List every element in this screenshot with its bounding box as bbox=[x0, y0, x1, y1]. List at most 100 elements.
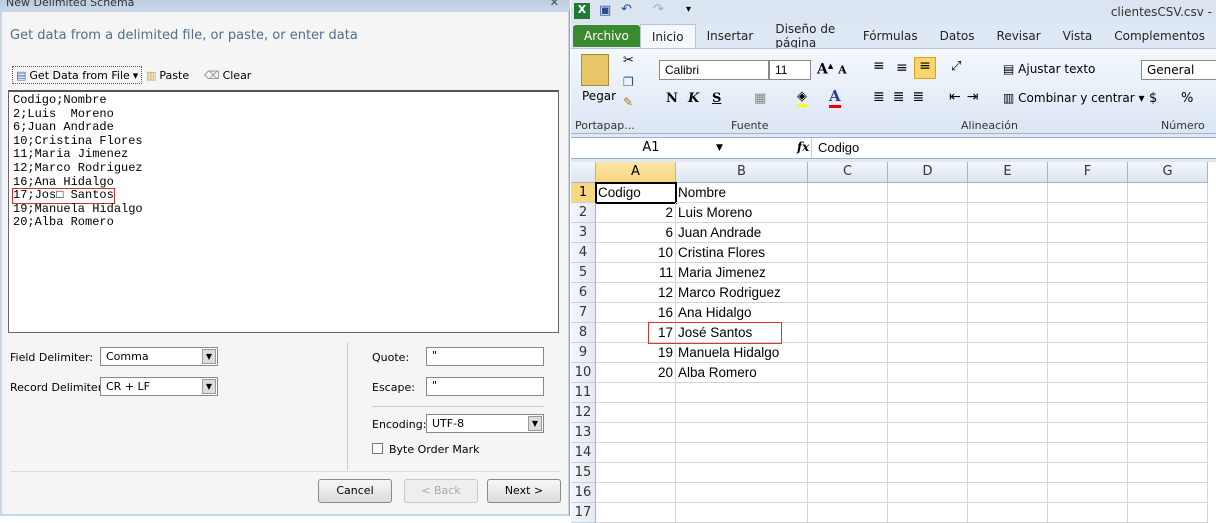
cell[interactable] bbox=[1048, 343, 1128, 363]
redo-icon[interactable]: ↷ bbox=[653, 2, 664, 17]
cell[interactable] bbox=[968, 203, 1048, 223]
cell[interactable] bbox=[888, 403, 968, 423]
name-box[interactable]: A1 ▼ bbox=[571, 138, 731, 158]
cell[interactable] bbox=[888, 423, 968, 443]
cell[interactable]: Nombre bbox=[676, 183, 808, 203]
cell[interactable] bbox=[888, 283, 968, 303]
cell[interactable]: 12 bbox=[596, 283, 676, 303]
row-header[interactable]: 3 bbox=[571, 223, 596, 243]
cell[interactable] bbox=[676, 423, 808, 443]
cell[interactable] bbox=[1128, 383, 1208, 403]
tab-vista[interactable]: Vista bbox=[1052, 29, 1104, 43]
wrap-text-button[interactable]: ▤ Ajustar texto bbox=[1003, 62, 1095, 76]
row-header[interactable]: 8 bbox=[571, 323, 596, 343]
align-bottom-icon[interactable]: ≡ bbox=[914, 57, 936, 79]
tab-complementos[interactable]: Complementos bbox=[1103, 29, 1216, 43]
row-header[interactable]: 4 bbox=[571, 243, 596, 263]
cell[interactable] bbox=[1048, 423, 1128, 443]
record-delimiter-select[interactable]: CR + LF ▼ bbox=[100, 377, 218, 396]
row-header[interactable]: 2 bbox=[571, 203, 596, 223]
row-header[interactable]: 11 bbox=[571, 383, 596, 403]
cell[interactable] bbox=[1128, 503, 1208, 523]
cell[interactable]: Alba Romero bbox=[676, 363, 808, 383]
cell[interactable] bbox=[1048, 483, 1128, 503]
cell[interactable] bbox=[1128, 323, 1208, 343]
cell[interactable]: Ana Hidalgo bbox=[676, 303, 808, 323]
row-header[interactable]: 10 bbox=[571, 363, 596, 383]
row-header[interactable]: 16 bbox=[571, 483, 596, 503]
cell[interactable]: 11 bbox=[596, 263, 676, 283]
cell[interactable] bbox=[676, 463, 808, 483]
fill-color-icon[interactable]: ◈ bbox=[797, 89, 807, 107]
field-delimiter-select[interactable]: Comma ▼ bbox=[100, 347, 218, 366]
cell[interactable] bbox=[888, 303, 968, 323]
merge-center-button[interactable]: ▥ Combinar y centrar ▾ bbox=[1003, 91, 1145, 105]
select-all-corner[interactable] bbox=[571, 162, 596, 183]
cell[interactable] bbox=[596, 403, 676, 423]
cell[interactable] bbox=[888, 503, 968, 523]
percent-button[interactable]: % bbox=[1181, 91, 1193, 106]
number-format-select[interactable]: General bbox=[1141, 60, 1216, 80]
formula-input[interactable]: Codigo bbox=[811, 138, 1216, 158]
cell[interactable] bbox=[968, 243, 1048, 263]
cell[interactable] bbox=[1048, 283, 1128, 303]
cell[interactable] bbox=[596, 383, 676, 403]
cell[interactable]: 16 bbox=[596, 303, 676, 323]
cell[interactable] bbox=[888, 263, 968, 283]
cell[interactable] bbox=[596, 463, 676, 483]
paste-button[interactable]: Pegar bbox=[582, 89, 616, 103]
row-header[interactable]: 13 bbox=[571, 423, 596, 443]
cell[interactable] bbox=[1128, 243, 1208, 263]
cell[interactable] bbox=[808, 323, 888, 343]
cell[interactable] bbox=[1048, 203, 1128, 223]
currency-button[interactable]: $ bbox=[1149, 91, 1157, 106]
cell[interactable] bbox=[808, 183, 888, 203]
cell[interactable] bbox=[1128, 183, 1208, 203]
column-header-c[interactable]: C bbox=[808, 162, 888, 183]
cell[interactable] bbox=[1048, 303, 1128, 323]
orientation-icon[interactable]: ⤢ bbox=[951, 59, 961, 74]
cell[interactable] bbox=[1048, 463, 1128, 483]
cell[interactable] bbox=[808, 463, 888, 483]
cell[interactable] bbox=[1128, 363, 1208, 383]
cell[interactable]: Maria Jimenez bbox=[676, 263, 808, 283]
cell[interactable] bbox=[968, 323, 1048, 343]
tab-insertar[interactable]: Insertar bbox=[696, 29, 765, 43]
row-header[interactable]: 1 bbox=[571, 183, 596, 203]
cell[interactable] bbox=[1048, 383, 1128, 403]
cell[interactable] bbox=[968, 343, 1048, 363]
cell[interactable] bbox=[676, 403, 808, 423]
cancel-button[interactable]: Cancel bbox=[318, 479, 392, 503]
tab-datos[interactable]: Datos bbox=[929, 29, 986, 43]
close-icon[interactable]: ✕ bbox=[550, 0, 559, 9]
cell[interactable] bbox=[888, 463, 968, 483]
cell[interactable] bbox=[968, 283, 1048, 303]
cell[interactable] bbox=[1128, 423, 1208, 443]
cell[interactable] bbox=[676, 443, 808, 463]
cell[interactable] bbox=[1048, 263, 1128, 283]
cell[interactable] bbox=[888, 343, 968, 363]
next-button[interactable]: Next > bbox=[487, 479, 561, 503]
encoding-select[interactable]: UTF-8 ▼ bbox=[426, 414, 544, 433]
cell[interactable] bbox=[1048, 323, 1128, 343]
paste-button[interactable]: ▥ Paste bbox=[146, 66, 189, 84]
cell[interactable] bbox=[1128, 203, 1208, 223]
cell[interactable] bbox=[676, 503, 808, 523]
tab-f-rmulas[interactable]: Fórmulas bbox=[852, 29, 929, 43]
cell[interactable] bbox=[808, 403, 888, 423]
cell[interactable] bbox=[888, 203, 968, 223]
cell[interactable]: Juan Andrade bbox=[676, 223, 808, 243]
cell[interactable] bbox=[888, 363, 968, 383]
get-data-from-file-button[interactable]: ▤ Get Data from File ▾ bbox=[12, 66, 143, 84]
row-header[interactable]: 15 bbox=[571, 463, 596, 483]
tab-revisar[interactable]: Revisar bbox=[986, 29, 1052, 43]
cell[interactable] bbox=[968, 223, 1048, 243]
cell[interactable] bbox=[1128, 303, 1208, 323]
cell[interactable] bbox=[968, 303, 1048, 323]
cell[interactable] bbox=[808, 363, 888, 383]
clear-button[interactable]: ⌫ Clear bbox=[204, 66, 251, 84]
indent-icons[interactable]: ⇤⇥ bbox=[949, 89, 984, 105]
copy-icon[interactable]: ❐ bbox=[623, 75, 634, 89]
cell[interactable]: 10 bbox=[596, 243, 676, 263]
column-header-a[interactable]: A bbox=[596, 162, 676, 183]
